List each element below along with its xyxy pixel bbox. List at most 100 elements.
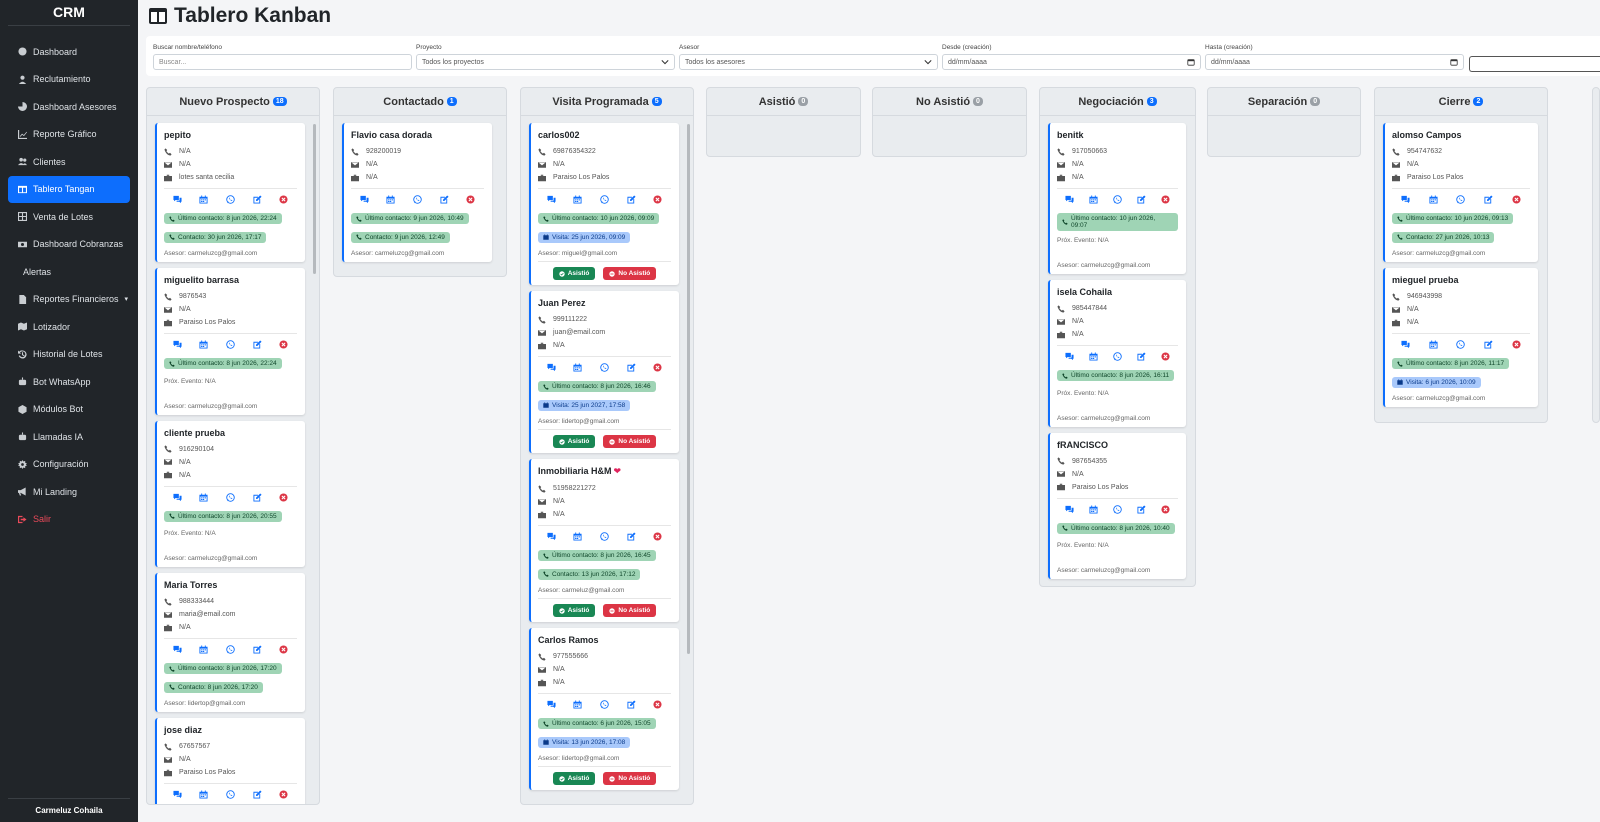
edit-icon[interactable] — [1137, 352, 1146, 361]
delete-icon[interactable] — [279, 492, 288, 502]
whatsapp-icon[interactable] — [226, 645, 235, 654]
attended-button[interactable]: Asistió — [552, 267, 596, 280]
column-scrollbar[interactable] — [313, 124, 316, 274]
sidebar-item-dashboard[interactable]: Dashboard — [0, 38, 138, 66]
sidebar-item-llamadas-ia[interactable]: Llamadas IA — [0, 423, 138, 451]
edit-icon[interactable] — [1137, 504, 1146, 514]
calendar-icon[interactable] — [573, 700, 582, 709]
comments-icon[interactable] — [1065, 352, 1074, 361]
calendar-icon[interactable] — [573, 195, 582, 204]
edit-icon[interactable] — [1137, 195, 1146, 204]
whatsapp-icon[interactable] — [226, 492, 235, 502]
edit-icon[interactable] — [253, 645, 262, 654]
calendar-icon[interactable] — [1429, 195, 1438, 204]
lead-card[interactable]: mieguel prueba 946943998 N/A N/A Último cont… — [1383, 268, 1538, 407]
empty-drop-zone[interactable] — [715, 123, 852, 156]
lead-card[interactable]: fRANCISCO 987654355 N/A Paraiso Los Palos Úl… — [1048, 432, 1186, 579]
sidebar-item-tablero-tangan[interactable]: Tablero Tangan — [8, 175, 130, 203]
empty-drop-zone[interactable] — [1216, 123, 1352, 156]
not-attended-button[interactable]: No Asistió — [603, 435, 657, 448]
attended-button[interactable]: Asistió — [552, 772, 596, 785]
sidebar-item-dashboard-cobranzas[interactable]: Dashboard Cobranzas — [0, 231, 138, 259]
lead-card[interactable]: cliente prueba 916290104 N/A N/A Último cont… — [155, 420, 305, 567]
comments-icon[interactable] — [173, 790, 182, 799]
calendar-icon[interactable] — [199, 492, 208, 502]
delete-icon[interactable] — [1512, 340, 1521, 349]
comments-icon[interactable] — [173, 645, 182, 654]
calendar-icon[interactable] — [386, 195, 395, 204]
sidebar-item-clientes[interactable]: Clientes — [0, 148, 138, 176]
sidebar-item-lotizador[interactable]: Lotizador — [0, 313, 138, 341]
whatsapp-icon[interactable] — [413, 195, 422, 204]
lead-card[interactable]: Carlos Ramos 977555666 N/A N/A Último contac… — [529, 628, 679, 790]
delete-icon[interactable] — [1161, 195, 1170, 204]
delete-icon[interactable] — [1512, 195, 1521, 204]
delete-icon[interactable] — [279, 645, 288, 654]
advisor-select[interactable]: Todos los asesores — [679, 54, 938, 70]
delete-icon[interactable] — [653, 195, 662, 204]
calendar-icon[interactable] — [1450, 58, 1458, 66]
whatsapp-icon[interactable] — [600, 363, 609, 372]
delete-icon[interactable] — [653, 700, 662, 709]
whatsapp-icon[interactable] — [600, 532, 609, 541]
not-attended-button[interactable]: No Asistió — [603, 267, 657, 280]
comments-icon[interactable] — [173, 340, 182, 349]
comments-icon[interactable] — [360, 195, 369, 204]
comments-icon[interactable] — [547, 532, 556, 541]
delete-icon[interactable] — [279, 340, 288, 349]
lead-card[interactable]: Maria Torres 988333444 maria@email.com N/A Ú… — [155, 573, 305, 712]
sidebar-item-m-dulos-bot[interactable]: Módulos Bot — [0, 396, 138, 424]
edit-icon[interactable] — [253, 790, 262, 799]
comments-icon[interactable] — [547, 700, 556, 709]
whatsapp-icon[interactable] — [1456, 340, 1466, 349]
edit-icon[interactable] — [1484, 195, 1493, 204]
whatsapp-icon[interactable] — [600, 700, 609, 709]
lead-card[interactable]: carlos002 69876354322 N/A Paraiso Los Palos… — [529, 123, 679, 285]
lead-card[interactable]: benitk 917050663 N/A N/A Último contacto: 10… — [1048, 123, 1186, 274]
sidebar-item-configuraci-n[interactable]: Configuración — [0, 451, 138, 479]
calendar-icon[interactable] — [199, 340, 208, 349]
whatsapp-icon[interactable] — [600, 195, 609, 204]
calendar-icon[interactable] — [1429, 340, 1438, 349]
sidebar-item-reportes-financieros[interactable]: Reportes Financieros ▾ — [0, 286, 138, 314]
edit-icon[interactable] — [1484, 340, 1493, 349]
sidebar-item-reclutamiento[interactable]: Reclutamiento — [0, 66, 138, 94]
lead-card[interactable]: alomso Campos 954747632 N/A Paraiso Los Pal… — [1383, 123, 1538, 262]
lead-card[interactable]: pepito N/A N/A lotes santa cecilia Último co… — [155, 123, 305, 262]
lead-card[interactable]: Inmobiliaria H&M ❤ 51958221272 N/A N/A Último… — [529, 459, 679, 622]
lead-card[interactable]: Juan Perez 999111222 juan@email.com N/A Últi… — [529, 291, 679, 453]
delete-icon[interactable] — [1161, 352, 1170, 361]
comments-icon[interactable] — [1401, 340, 1410, 349]
lead-card[interactable]: isela Cohaila 985447844 N/A N/A Último conta… — [1048, 280, 1186, 427]
sidebar-item-salir[interactable]: Salir — [0, 506, 138, 534]
column-scrollbar[interactable] — [687, 124, 690, 654]
comments-icon[interactable] — [547, 363, 556, 372]
comments-icon[interactable] — [173, 195, 182, 204]
whatsapp-icon[interactable] — [1113, 195, 1122, 204]
sidebar-item-bot-whatsapp[interactable]: Bot WhatsApp — [0, 368, 138, 396]
delete-icon[interactable] — [1161, 504, 1170, 514]
sidebar-item-alertas[interactable]: Alertas — [0, 258, 138, 286]
calendar-icon[interactable] — [573, 363, 582, 372]
calendar-icon[interactable] — [1089, 195, 1098, 204]
delete-icon[interactable] — [653, 363, 662, 372]
not-attended-button[interactable]: No Asistió — [603, 604, 657, 617]
extra-filter-input[interactable] — [1469, 56, 1600, 72]
comments-icon[interactable] — [547, 195, 556, 204]
calendar-icon[interactable] — [199, 195, 208, 204]
comments-icon[interactable] — [1401, 195, 1410, 204]
calendar-icon[interactable] — [199, 790, 208, 799]
sidebar-item-dashboard-asesores[interactable]: Dashboard Asesores — [0, 93, 138, 121]
comments-icon[interactable] — [1065, 505, 1074, 514]
sidebar-item-mi-landing[interactable]: Mi Landing — [0, 478, 138, 506]
calendar-icon[interactable] — [1187, 58, 1195, 66]
search-input[interactable]: Buscar... — [153, 54, 412, 70]
edit-icon[interactable] — [440, 195, 449, 204]
delete-icon[interactable] — [279, 790, 288, 799]
whatsapp-icon[interactable] — [226, 340, 235, 349]
edit-icon[interactable] — [253, 340, 262, 349]
edit-icon[interactable] — [627, 532, 636, 541]
edit-icon[interactable] — [253, 492, 262, 502]
lead-card[interactable]: miguelito barrasa 9876543 N/A Paraiso Los P… — [155, 268, 305, 415]
attended-button[interactable]: Asistió — [552, 604, 596, 617]
